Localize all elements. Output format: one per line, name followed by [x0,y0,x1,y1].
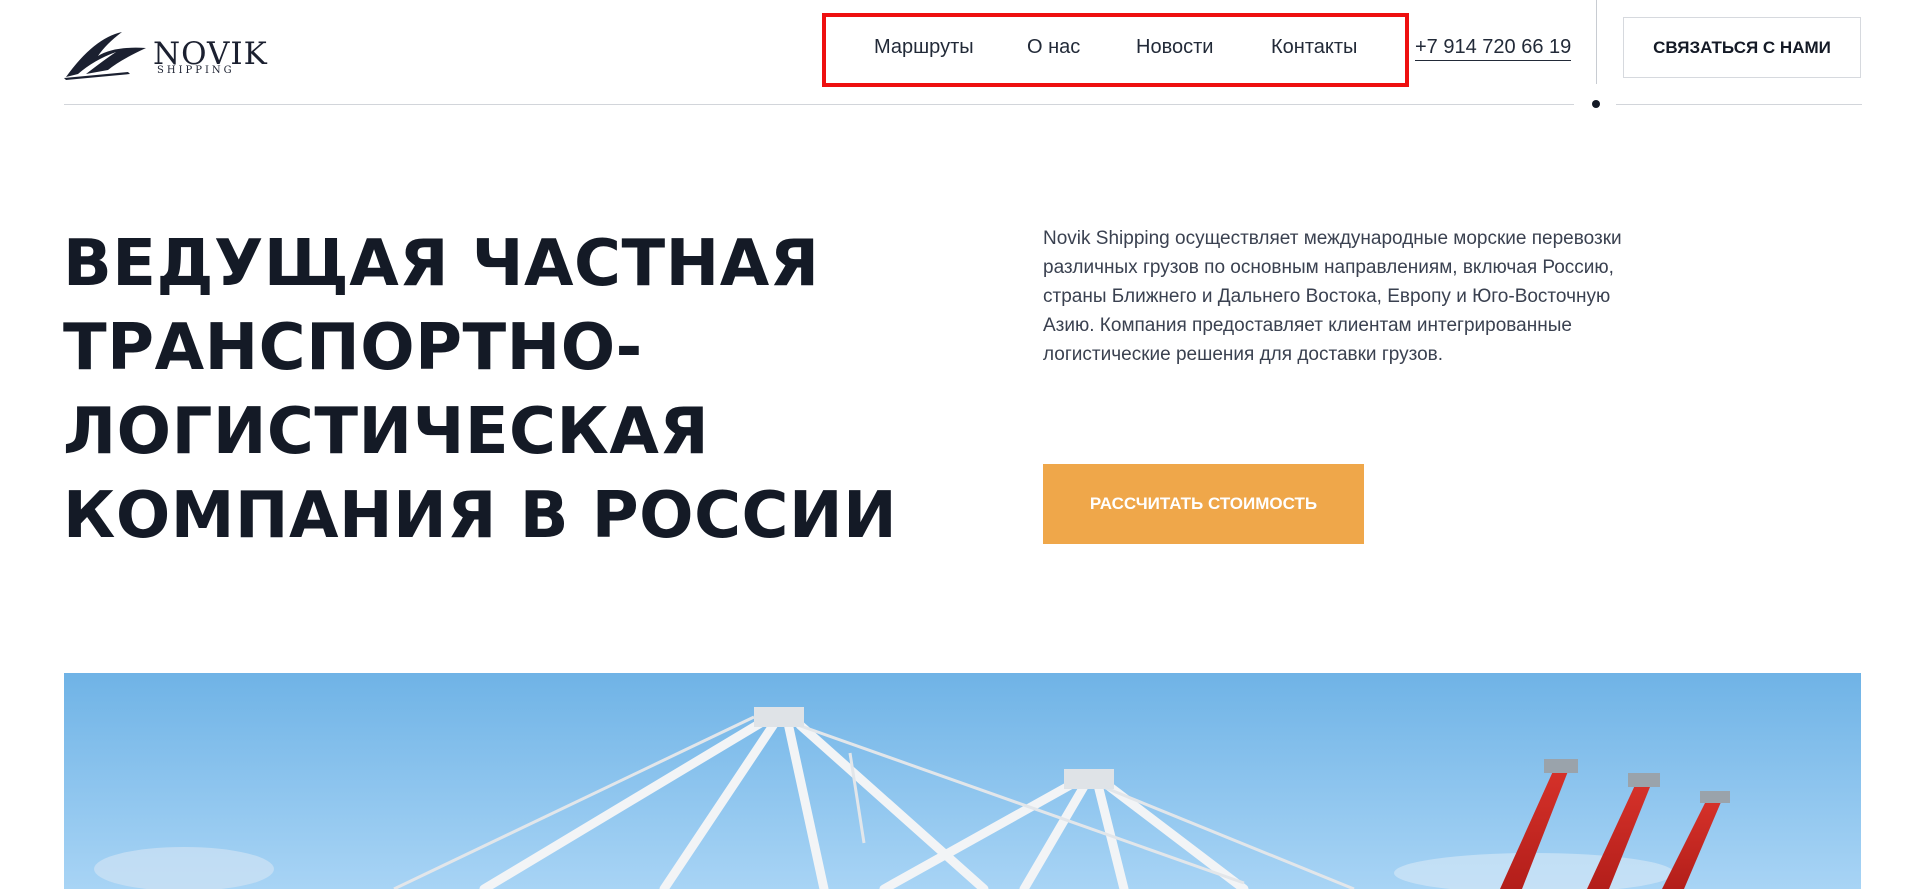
logo[interactable]: NOVIK SHIPPING [64,28,267,82]
calculate-cost-button[interactable]: РАССЧИТАТЬ СТОИМОСТЬ [1043,464,1364,544]
nav-highlight-box [822,13,1409,87]
hero-title: ВЕДУЩАЯ ЧАСТНАЯ ТРАНСПОРТНО-ЛОГИСТИЧЕСКА… [63,227,898,553]
logo-subtitle: SHIPPING [157,65,235,76]
ship-logo-icon [64,32,146,80]
site-header: NOVIK SHIPPING Маршруты О нас Новости Ко… [0,0,1908,110]
contact-us-button[interactable]: СВЯЗАТЬСЯ С НАМИ [1623,17,1861,78]
header-rule-left [64,104,1574,105]
header-divider [1596,0,1597,84]
phone-link[interactable]: +7 914 720 66 19 [1415,36,1572,61]
port-cranes-photo [64,673,1861,889]
hero-description: Novik Shipping осуществляет международны… [1043,228,1622,365]
divider-dot [1592,100,1600,108]
header-rule-right [1616,104,1862,105]
